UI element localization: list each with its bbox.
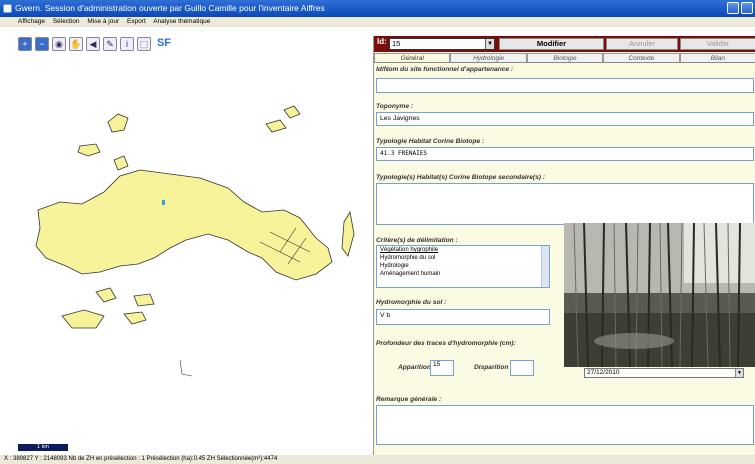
scrollbar[interactable] — [541, 246, 549, 287]
wetland-polygon[interactable] — [283, 105, 301, 119]
pencil-icon[interactable]: ✎ — [103, 37, 117, 51]
menu-affichage[interactable]: Affichage — [18, 18, 45, 25]
water-point — [162, 200, 165, 205]
disparition-label: Disparition — [474, 364, 509, 371]
chevron-down-icon[interactable]: ▼ — [735, 369, 743, 377]
profondeur-label: Profondeur des traces d'hydromorphie (cm… — [376, 340, 516, 347]
menu-mise-a-jour[interactable]: Mise à jour — [87, 18, 119, 25]
minimize-button[interactable] — [727, 2, 739, 14]
menu-bar: Affichage Sélection Mise à jour Export A… — [0, 17, 755, 27]
apparition-field[interactable]: 15 — [430, 360, 454, 376]
wetland-polygon[interactable] — [107, 113, 129, 133]
menu-export[interactable]: Export — [127, 18, 146, 25]
back-arrow-icon[interactable]: ◀ — [86, 37, 100, 51]
criteres-option[interactable]: Végétation hygrophile — [377, 246, 549, 254]
menu-selection[interactable]: Sélection — [53, 18, 80, 25]
tab-contexte[interactable]: Contexte — [603, 53, 680, 62]
globe-icon[interactable]: ◉ — [52, 37, 66, 51]
toponyme-field[interactable]: Les Javignes — [376, 112, 754, 126]
zoom-out-icon[interactable]: − — [35, 37, 49, 51]
photo-date-value: 27/12/2010 — [587, 369, 620, 376]
id-header: Id: 15 ▼ Modifier Annuler Valider — [374, 36, 755, 52]
window-title-bar: Gwern. Session d'administration ouverte … — [0, 0, 755, 17]
tab-bilan[interactable]: Bilan — [679, 53, 755, 62]
site-label: Id/Nom du site fonctionnel d'appartenanc… — [376, 66, 514, 73]
hydromorphie-label: Hydromorphie du sol : — [376, 299, 447, 306]
corine-field[interactable]: 41.3 FRENAIES — [376, 147, 754, 161]
criteres-label: Critère(s) de délimitation : — [376, 237, 458, 244]
remarque-label: Remarque générale : — [376, 396, 442, 403]
tab-general[interactable]: Général — [374, 53, 451, 62]
id-value: 15 — [392, 39, 401, 48]
tab-hydrologie[interactable]: Hydrologie — [450, 53, 527, 62]
annuler-button[interactable]: Annuler — [606, 38, 678, 50]
hydromorphie-field[interactable]: V b — [376, 309, 550, 325]
corine-secondary-field[interactable] — [376, 183, 754, 225]
wetland-polygon[interactable] — [123, 311, 147, 325]
wetland-polygon[interactable] — [113, 155, 129, 171]
info-icon[interactable]: i — [120, 37, 134, 51]
select-icon[interactable]: ⬚ — [137, 37, 151, 51]
chevron-down-icon[interactable]: ▼ — [485, 39, 494, 49]
wetland-polygon[interactable] — [61, 309, 105, 329]
site-photo — [564, 223, 755, 367]
corine-label: Typologie Habitat Corine Biotope : — [376, 138, 485, 145]
window-title: Gwern. Session d'administration ouverte … — [15, 3, 325, 13]
criteres-option[interactable]: Aménagement humain — [377, 270, 549, 278]
photo-date-select[interactable]: 27/12/2010 ▼ — [584, 368, 744, 378]
wetland-polygon[interactable] — [133, 293, 155, 307]
wetland-polygon[interactable] — [95, 287, 117, 303]
sf-button[interactable]: SF — [154, 37, 174, 51]
id-select[interactable]: 15 ▼ — [389, 38, 495, 50]
criteres-list[interactable]: Végétation hygrophile Hydromorphie du so… — [376, 245, 550, 288]
wetland-polygon[interactable] — [35, 169, 333, 281]
wetland-polygon[interactable] — [341, 210, 355, 257]
app-icon — [3, 4, 12, 13]
map-view[interactable] — [0, 52, 372, 442]
tab-biologie[interactable]: Biologie — [526, 53, 604, 62]
status-bar: X : 389827 Y : 2148093 Nb de ZH en présé… — [0, 455, 755, 464]
zoom-in-icon[interactable]: + — [18, 37, 32, 51]
modifier-button[interactable]: Modifier — [499, 38, 604, 50]
attribute-panel: Id: 15 ▼ Modifier Annuler Valider Généra… — [373, 36, 755, 455]
wetland-polygon[interactable] — [77, 143, 101, 157]
apparition-label: Apparition — [398, 364, 431, 371]
scale-bar: 1 km — [18, 444, 68, 451]
corine-secondary-label: Typologie(s) Habitat(s) Corine Biotope s… — [376, 174, 546, 181]
tab-bar: Général Hydrologie Biologie Contexte Bil… — [374, 53, 755, 63]
menu-analyse-thematique[interactable]: Analyse thématique — [153, 18, 210, 25]
pan-icon[interactable]: ✋ — [69, 37, 83, 51]
wetland-polygon[interactable] — [265, 119, 287, 133]
criteres-option[interactable]: Hydromorphie du sol — [377, 254, 549, 262]
criteres-option[interactable]: Hydrologie — [377, 262, 549, 270]
site-field[interactable] — [376, 78, 754, 93]
id-label: Id: — [377, 37, 387, 46]
remarque-field[interactable] — [376, 405, 754, 445]
polyline-feature — [179, 359, 193, 377]
map-toolbar: + − ◉ ✋ ◀ ✎ i ⬚ SF — [18, 37, 174, 51]
valider-button[interactable]: Valider — [680, 38, 755, 50]
toponyme-label: Toponyme : — [376, 103, 414, 110]
maximize-button[interactable] — [741, 2, 753, 14]
disparition-field[interactable] — [510, 360, 534, 376]
